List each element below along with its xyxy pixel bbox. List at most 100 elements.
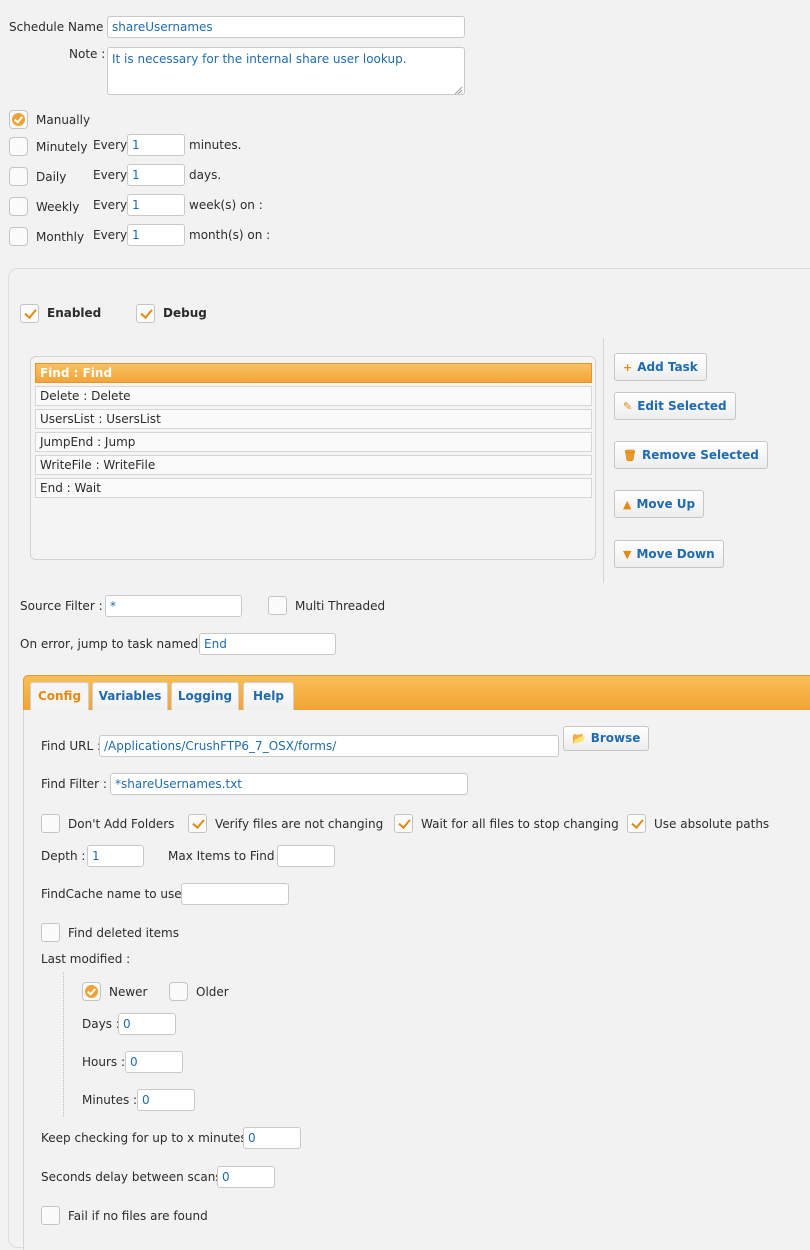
resize-handle-icon[interactable] [454, 84, 463, 95]
plus-icon: + [623, 361, 633, 374]
monthly-every-label: Every [93, 228, 128, 242]
monthly-radio[interactable] [9, 227, 28, 246]
task-item[interactable]: Find : Find [35, 363, 592, 383]
hours-label: Hours : [82, 1055, 126, 1069]
wait-for-all-label: Wait for all files to stop changing [421, 817, 619, 831]
find-url-input[interactable]: /Applications/CrushFTP6_7_OSX/forms/ [99, 735, 559, 757]
minutely-unit-label: minutes. [189, 138, 242, 152]
note-textarea[interactable]: It is necessary for the internal share u… [107, 47, 465, 95]
max-items-label: Max Items to Find : [168, 849, 283, 863]
older-radio[interactable] [169, 982, 188, 1001]
findcache-input[interactable] [181, 883, 289, 905]
tab-variables[interactable]: Variables [92, 682, 168, 710]
move-up-button[interactable]: ▲ Move Up [614, 490, 705, 518]
multi-threaded-label: Multi Threaded [295, 599, 386, 613]
depth-input[interactable]: 1 [87, 845, 144, 867]
tab-logging[interactable]: Logging [171, 682, 239, 710]
move-up-label: Move Up [636, 497, 696, 511]
browse-label: Browse [590, 731, 641, 745]
manually-radio[interactable] [9, 110, 28, 129]
task-item[interactable]: UsersList : UsersList [35, 409, 592, 429]
note-label: Note : [69, 47, 106, 61]
add-task-label: Add Task [637, 360, 698, 374]
move-down-label: Move Down [636, 547, 715, 561]
daily-radio[interactable] [9, 167, 28, 186]
debug-checkbox[interactable] [136, 304, 155, 323]
minutely-radio[interactable] [9, 137, 28, 156]
tab-help[interactable]: Help [243, 682, 294, 710]
use-absolute-checkbox[interactable] [627, 814, 646, 833]
weekly-radio[interactable] [9, 197, 28, 216]
schedule-name-input[interactable]: shareUsernames [107, 16, 465, 38]
move-down-button[interactable]: ▼ Move Down [614, 540, 724, 568]
keep-checking-input[interactable]: 0 [243, 1127, 301, 1149]
max-items-input[interactable] [277, 845, 335, 867]
task-item[interactable]: JumpEnd : Jump [35, 432, 592, 452]
daily-every-input[interactable]: 1 [127, 164, 185, 186]
depth-label: Depth : [41, 849, 86, 863]
keep-checking-label: Keep checking for up to x minutes : [41, 1131, 255, 1145]
folder-open-icon: 📂 [572, 732, 586, 745]
find-filter-input[interactable]: *shareUsernames.txt [110, 773, 468, 795]
enabled-checkbox[interactable] [20, 304, 39, 323]
task-item[interactable]: Delete : Delete [35, 386, 592, 406]
find-url-label: Find URL : [41, 739, 102, 753]
weekly-label: Weekly [36, 200, 80, 214]
divider [603, 338, 604, 583]
enabled-label: Enabled [47, 306, 102, 320]
on-error-label: On error, jump to task named : [20, 637, 207, 651]
debug-label: Debug [163, 306, 207, 320]
newer-label: Newer [109, 985, 148, 999]
weekly-every-label: Every [93, 198, 128, 212]
remove-selected-label: Remove Selected [641, 448, 759, 462]
find-filter-label: Find Filter : [41, 777, 107, 791]
source-filter-label: Source Filter : [20, 599, 103, 613]
multi-threaded-checkbox[interactable] [268, 596, 287, 615]
fail-if-none-label: Fail if no files are found [68, 1209, 208, 1223]
tab-bar: Config Variables Logging Help [23, 675, 810, 712]
dont-add-folders-label: Don't Add Folders [68, 817, 175, 831]
minutely-every-input[interactable]: 1 [127, 134, 185, 156]
task-item[interactable]: End : Wait [35, 478, 592, 498]
findcache-label: FindCache name to use : [41, 887, 190, 901]
days-label: Days : [82, 1017, 120, 1031]
task-item[interactable]: WriteFile : WriteFile [35, 455, 592, 475]
last-modified-label: Last modified : [41, 952, 131, 966]
arrow-up-icon: ▲ [623, 498, 632, 511]
find-deleted-checkbox[interactable] [41, 923, 60, 942]
older-label: Older [196, 985, 229, 999]
hours-input[interactable]: 0 [125, 1051, 183, 1073]
tab-config[interactable]: Config [30, 682, 89, 712]
manually-label: Manually [36, 113, 91, 127]
daily-unit-label: days. [189, 168, 222, 182]
monthly-every-input[interactable]: 1 [127, 224, 185, 246]
fail-if-none-checkbox[interactable] [41, 1206, 60, 1225]
seconds-delay-label: Seconds delay between scans : [41, 1170, 230, 1184]
seconds-delay-input[interactable]: 0 [217, 1166, 275, 1188]
arrow-down-icon: ▼ [623, 548, 632, 561]
schedule-name-label: Schedule Name : [9, 20, 112, 34]
minutes-label: Minutes : [82, 1093, 138, 1107]
find-deleted-label: Find deleted items [68, 926, 179, 940]
weekly-every-input[interactable]: 1 [127, 194, 185, 216]
on-error-input[interactable]: End [199, 633, 336, 655]
edit-selected-label: Edit Selected [637, 399, 727, 413]
weekly-unit-label: week(s) on : [189, 198, 263, 212]
minutes-input[interactable]: 0 [137, 1089, 195, 1111]
add-task-button[interactable]: + Add Task [614, 353, 707, 381]
verify-files-checkbox[interactable] [188, 814, 207, 833]
dont-add-folders-checkbox[interactable] [41, 814, 60, 833]
trash-icon: 🗑 [623, 449, 637, 462]
use-absolute-label: Use absolute paths [654, 817, 770, 831]
source-filter-input[interactable]: * [105, 595, 242, 617]
monthly-unit-label: month(s) on : [189, 228, 271, 242]
verify-files-label: Verify files are not changing [215, 817, 384, 831]
browse-button[interactable]: 📂 Browse [563, 726, 650, 751]
edit-icon: ✎ [623, 400, 633, 413]
remove-selected-button[interactable]: 🗑 Remove Selected [614, 441, 768, 469]
wait-for-all-checkbox[interactable] [394, 814, 413, 833]
edit-selected-button[interactable]: ✎ Edit Selected [614, 392, 736, 420]
monthly-label: Monthly [36, 230, 85, 244]
newer-radio[interactable] [82, 982, 101, 1001]
days-input[interactable]: 0 [118, 1013, 176, 1035]
